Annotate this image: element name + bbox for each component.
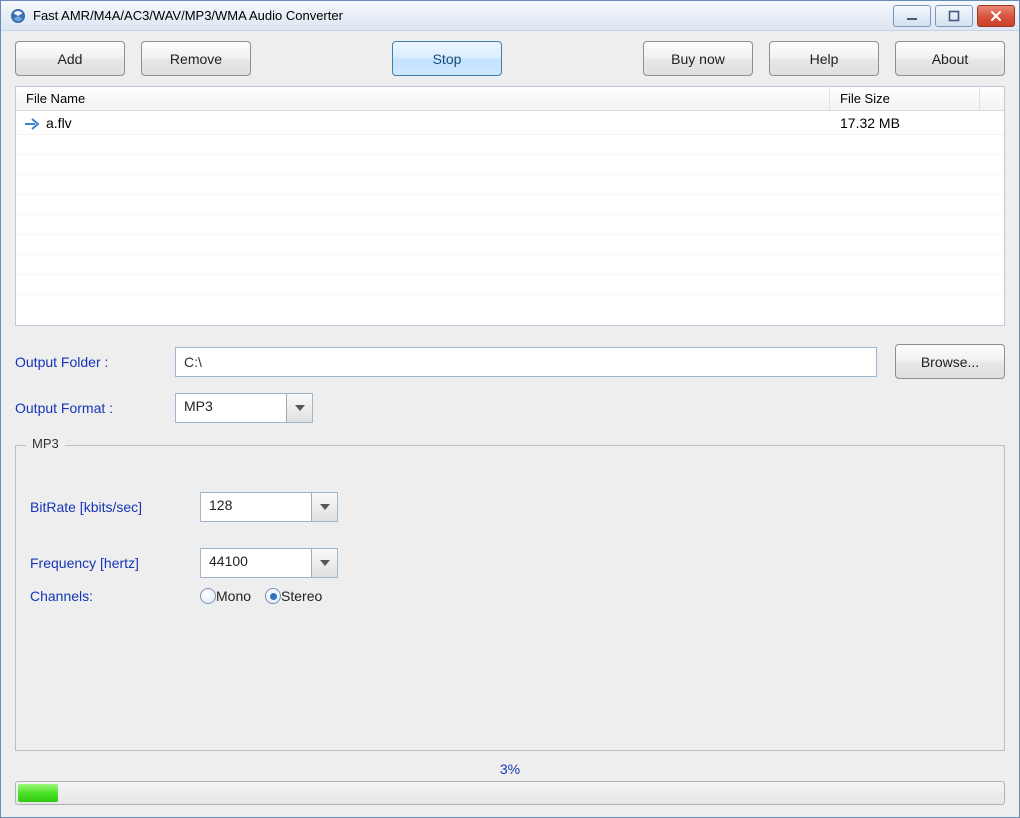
progress-bar — [15, 781, 1005, 805]
toolbar: Add Remove Stop Buy now Help About — [15, 41, 1005, 76]
titlebar: Fast AMR/M4A/AC3/WAV/MP3/WMA Audio Conve… — [1, 1, 1019, 31]
maximize-button[interactable] — [935, 5, 973, 27]
output-folder-input[interactable] — [175, 347, 877, 377]
stereo-radio[interactable] — [265, 588, 281, 604]
frequency-label: Frequency [hertz] — [30, 555, 200, 571]
bitrate-value: 128 — [201, 493, 311, 521]
mono-label: Mono — [216, 588, 251, 604]
buy-now-button[interactable]: Buy now — [643, 41, 753, 76]
app-icon — [9, 7, 27, 25]
file-name: a.flv — [46, 115, 72, 131]
column-header-size[interactable]: File Size — [830, 87, 980, 110]
browse-button[interactable]: Browse... — [895, 344, 1005, 379]
window-controls — [893, 5, 1015, 27]
minimize-button[interactable] — [893, 5, 931, 27]
stop-button[interactable]: Stop — [392, 41, 502, 76]
file-list-body[interactable]: a.flv 17.32 MB — [16, 111, 1004, 325]
bitrate-label: BitRate [kbits/sec] — [30, 499, 200, 515]
add-button[interactable]: Add — [15, 41, 125, 76]
window-title: Fast AMR/M4A/AC3/WAV/MP3/WMA Audio Conve… — [33, 8, 893, 23]
chevron-down-icon[interactable] — [286, 394, 312, 422]
about-button[interactable]: About — [895, 41, 1005, 76]
file-size: 17.32 MB — [830, 115, 980, 131]
mono-radio[interactable] — [200, 588, 216, 604]
app-window: Fast AMR/M4A/AC3/WAV/MP3/WMA Audio Conve… — [0, 0, 1020, 818]
chevron-down-icon[interactable] — [311, 493, 337, 521]
chevron-down-icon[interactable] — [311, 549, 337, 577]
column-header-name[interactable]: File Name — [16, 87, 830, 110]
file-row[interactable]: a.flv 17.32 MB — [16, 111, 1004, 135]
format-groupbox: MP3 BitRate [kbits/sec] 128 Frequency [h… — [15, 445, 1005, 751]
progress-fill — [18, 784, 58, 802]
remove-button[interactable]: Remove — [141, 41, 251, 76]
output-format-label: Output Format : — [15, 400, 175, 416]
groupbox-title: MP3 — [26, 436, 65, 451]
stereo-label: Stereo — [281, 588, 322, 604]
progress-area: 3% — [15, 761, 1005, 805]
file-list: File Name File Size a.flv 17.32 MB — [15, 86, 1005, 326]
output-format-select[interactable]: MP3 — [175, 393, 313, 423]
help-button[interactable]: Help — [769, 41, 879, 76]
output-folder-label: Output Folder : — [15, 354, 175, 370]
bitrate-select[interactable]: 128 — [200, 492, 338, 522]
close-button[interactable] — [977, 5, 1015, 27]
output-format-value: MP3 — [176, 394, 286, 422]
progress-text: 3% — [15, 761, 1005, 777]
output-settings: Output Folder : Browse... Output Format … — [15, 344, 1005, 437]
frequency-select[interactable]: 44100 — [200, 548, 338, 578]
arrow-right-icon — [24, 117, 40, 129]
content-area: Add Remove Stop Buy now Help About File … — [1, 31, 1019, 817]
file-list-header: File Name File Size — [16, 87, 1004, 111]
frequency-value: 44100 — [201, 549, 311, 577]
channels-label: Channels: — [30, 588, 200, 604]
